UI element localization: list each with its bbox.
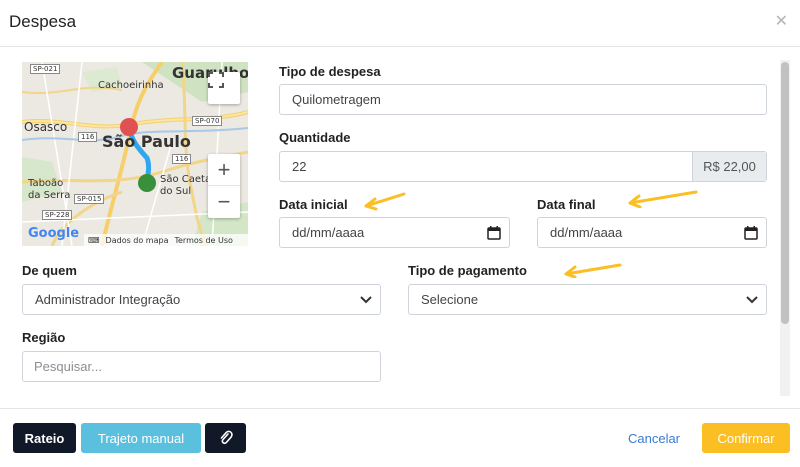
map-label-taboao: Taboão	[28, 178, 64, 189]
tipo-despesa-label: Tipo de despesa	[279, 64, 381, 79]
cancelar-button[interactable]: Cancelar	[615, 423, 693, 453]
tipo-pagamento-value: Selecione	[421, 292, 479, 307]
annotation-arrow-icon	[364, 192, 406, 211]
keyboard-icon[interactable]: ⌨	[88, 236, 100, 245]
map-label-116b: 116	[172, 154, 192, 164]
google-logo: Google	[28, 226, 80, 241]
map-label-116a: 116	[78, 132, 98, 142]
attach-button[interactable]	[205, 423, 246, 453]
regiao-label: Região	[22, 330, 66, 345]
map-label-sp015: SP-015	[74, 194, 105, 204]
close-icon[interactable]: ✕	[775, 11, 788, 31]
confirmar-button[interactable]: Confirmar	[702, 423, 790, 453]
quantidade-value: 22	[292, 159, 307, 174]
data-final-input[interactable]: dd/mm/aaaa	[537, 217, 767, 248]
trajeto-manual-button[interactable]: Trajeto manual	[81, 423, 201, 453]
rateio-button[interactable]: Rateio	[13, 423, 76, 453]
tipo-despesa-value: Quilometragem	[292, 92, 381, 107]
route-map[interactable]: Guarulhos Cachoeirinha Osasco São Paulo …	[22, 62, 248, 246]
modal-title: Despesa	[9, 12, 77, 31]
data-final-label: Data final	[537, 197, 596, 212]
map-label-cachoeirinha: Cachoeirinha	[98, 80, 164, 91]
paperclip-icon	[220, 430, 233, 445]
data-inicial-input[interactable]: dd/mm/aaaa	[279, 217, 510, 248]
map-label-sp070: SP-070	[192, 116, 223, 126]
de-quem-value: Administrador Integração	[35, 292, 181, 307]
map-attribution: ⌨ Dados do mapa Termos de Uso	[84, 234, 248, 246]
regiao-search-input[interactable]: Pesquisar...	[22, 351, 381, 382]
zoom-control: + −	[208, 154, 240, 218]
annotation-arrow-icon	[628, 190, 698, 208]
de-quem-select[interactable]: Administrador Integração	[22, 284, 381, 315]
map-label-sp021: SP-021	[30, 64, 61, 74]
map-label-osasco: Osasco	[24, 120, 68, 134]
footer-divider	[0, 408, 800, 409]
calendar-icon[interactable]	[744, 226, 758, 240]
chevron-down-icon	[746, 296, 758, 304]
annotation-arrow-icon	[564, 263, 622, 278]
tipo-pagamento-label: Tipo de pagamento	[408, 263, 527, 278]
map-terms-link[interactable]: Termos de Uso	[174, 236, 232, 245]
tipo-despesa-input[interactable]: Quilometragem	[279, 84, 767, 115]
scrollbar-thumb[interactable]	[781, 62, 789, 324]
quantidade-addon: R$ 22,00	[692, 152, 766, 181]
quantidade-input[interactable]: 22 R$ 22,00	[279, 151, 767, 182]
modal-header: Despesa ✕	[0, 0, 800, 47]
fullscreen-button[interactable]	[208, 72, 240, 104]
map-data-link[interactable]: Dados do mapa	[106, 236, 169, 245]
data-inicial-value: dd/mm/aaaa	[292, 225, 365, 240]
map-label-sp228: SP-228	[42, 210, 73, 220]
regiao-placeholder: Pesquisar...	[34, 359, 102, 374]
zoom-out-button[interactable]: −	[208, 186, 240, 218]
tipo-pagamento-select[interactable]: Selecione	[408, 284, 767, 315]
map-label-sao-paulo: São Paulo	[102, 132, 191, 151]
chevron-down-icon	[360, 296, 372, 304]
data-inicial-label: Data inicial	[279, 197, 348, 212]
data-final-value: dd/mm/aaaa	[550, 225, 623, 240]
zoom-in-button[interactable]: +	[208, 154, 240, 186]
calendar-icon[interactable]	[487, 226, 501, 240]
map-label-do-sul: do Sul	[160, 186, 192, 197]
fullscreen-icon	[208, 72, 224, 88]
map-label-da-serra: da Serra	[28, 190, 71, 201]
de-quem-label: De quem	[22, 263, 77, 278]
quantidade-label: Quantidade	[279, 130, 351, 145]
